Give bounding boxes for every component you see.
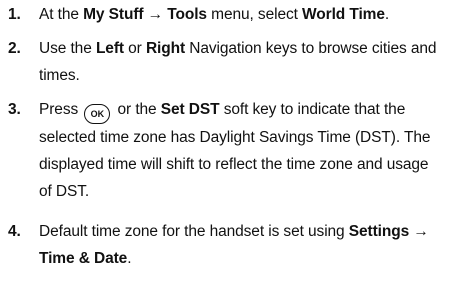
menu-path: My Stuff → Tools [83, 6, 207, 23]
step-number: 3. [8, 101, 21, 118]
step-text: At the My Stuff → Tools menu, select Wor… [39, 6, 390, 23]
left-key-label: Left [95, 40, 124, 57]
step-text: Default time zone for the handset is set… [39, 223, 429, 267]
set-dst-key-label: Set DST [160, 101, 220, 118]
step-text: Press OK or the Set DST soft key to indi… [39, 101, 431, 200]
ok-key-icon: OK [84, 104, 111, 124]
time-date-menu-label: Time & Date [39, 250, 128, 267]
step-number: 4. [8, 223, 21, 240]
settings-menu-label: Settings → [348, 223, 429, 240]
step-number: 2. [8, 40, 21, 57]
right-key-label: Right [145, 40, 186, 57]
step-text: Use the Left or Right Navigation keys to… [39, 40, 437, 84]
menu-item-world-time: World Time [302, 6, 385, 23]
step-number: 1. [8, 6, 21, 23]
